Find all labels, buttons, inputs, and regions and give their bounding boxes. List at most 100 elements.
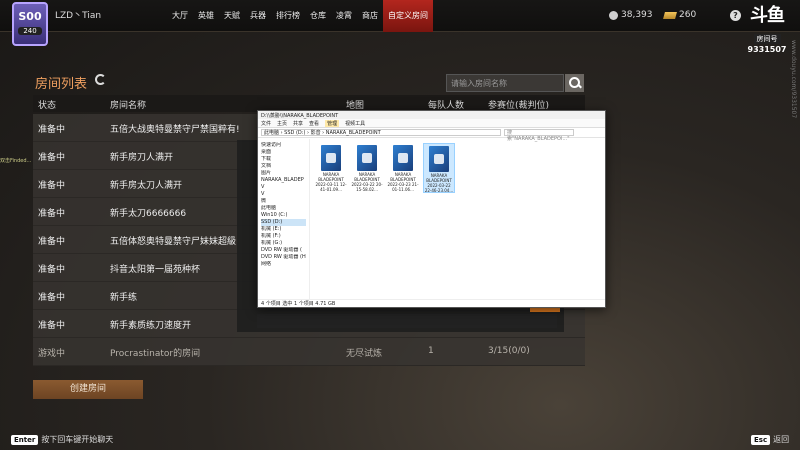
nav-pane-item[interactable]: NARAKA_BLADEP <box>261 177 306 184</box>
row-name: 五倍体怒奥特曼禁守尸妹妹超級 <box>110 237 237 247</box>
row-name: 抖音太阳第一届苑种杯 <box>110 265 201 275</box>
ribbon-tab-home[interactable]: 主页 <box>277 120 287 127</box>
nav-item-heroes[interactable]: 英雄 <box>193 0 219 32</box>
row-status: 准备中 <box>38 181 66 191</box>
row-name: 新手太刀6666666 <box>110 209 187 219</box>
row-status: 准备中 <box>38 237 66 247</box>
floating-tip: 双击Finded... <box>0 158 32 164</box>
nav-pane-item[interactable]: 机械 (E:) <box>261 226 306 233</box>
room-search-input[interactable] <box>446 74 564 92</box>
coin-balance: 38,393 <box>609 10 653 20</box>
nav-pane-item[interactable]: 桌面 <box>261 149 306 156</box>
nav-pane-item[interactable]: 图片 <box>261 170 306 177</box>
create-room-button[interactable]: 创建房间 <box>33 380 143 399</box>
row-status: 准备中 <box>38 125 66 135</box>
refresh-icon[interactable] <box>95 74 106 85</box>
ribbon-tab-manage[interactable]: 管理 <box>325 119 340 127</box>
video-file-tile[interactable]: NARAKA BLADEPOINT 2022-03-22 20-15-58.02… <box>351 143 383 193</box>
explorer-body: 快速访问 桌面 下载 文档 图片 NARAKA_BLADEP V V 微 此电脑… <box>258 139 605 299</box>
explorer-title: D:\\蒸胁\\NARAKA_BLADEPOINT <box>261 112 339 119</box>
nav-pane-item[interactable]: Win10 (C:) <box>261 212 306 219</box>
row-status: 准备中 <box>38 293 66 303</box>
video-file-tile[interactable]: NARAKA BLADEPOINT 2022-03-23 21-01-11.06… <box>387 143 419 193</box>
video-file-icon <box>429 146 449 172</box>
row-name: 新手房太刀人满开 <box>110 181 183 191</box>
header-name[interactable]: 房间名称 <box>110 98 146 111</box>
row-name: Procrastinator的房间 <box>110 349 201 359</box>
rank-badge[interactable]: S00 240 <box>12 2 48 46</box>
ribbon-tab-share[interactable]: 共享 <box>293 120 303 127</box>
douyu-logo: 斗鱼 <box>750 5 785 26</box>
row-seat: 3/15(0/0) <box>488 346 530 356</box>
douyu-room-label: 房间号 <box>753 34 781 44</box>
nav-item-lingxiao[interactable]: 凌霄 <box>331 0 357 32</box>
file-explorer-window: D:\\蒸胁\\NARAKA_BLADEPOINT 文件 主页 共享 查看 管理… <box>257 110 606 308</box>
explorer-titlebar[interactable]: D:\\蒸胁\\NARAKA_BLADEPOINT <box>258 111 605 119</box>
video-file-tile-selected[interactable]: NARAKA BLADEPOINT 2022-03-22 22-46-23.04… <box>423 143 455 193</box>
help-icon[interactable]: ? <box>730 10 741 21</box>
explorer-search-input[interactable]: 搜索"NARAKA_BLADEPOI..." <box>504 129 574 142</box>
douyu-watermark: 斗鱼 房间号 9331507 <box>745 5 789 55</box>
ribbon-tab-view[interactable]: 查看 <box>309 120 319 127</box>
nav-pane-item[interactable]: SSD (D:) <box>261 219 306 226</box>
nav-item-leaderboard[interactable]: 排行榜 <box>271 0 305 32</box>
video-file-icon <box>357 145 377 171</box>
file-name: NARAKA BLADEPOINT 2022-03-22 20-15-58.02… <box>351 172 383 192</box>
player-name: LZD丶Tian <box>55 11 102 21</box>
nav-pane-item[interactable]: 文档 <box>261 163 306 170</box>
background-app-toolbar <box>257 314 557 328</box>
nav-pane-item[interactable]: V <box>261 184 306 191</box>
explorer-path-input[interactable]: 此电脑 › SSD (D:) › 影音 › NARAKA_BLADEPOINT <box>261 129 501 136</box>
nav-pane-item[interactable]: 机械 (F:) <box>261 233 306 240</box>
row-name: 新手练 <box>110 293 138 303</box>
chat-hint: Enter 按下回车键开始聊天 <box>11 434 113 445</box>
file-name: NARAKA BLADEPOINT 2022-03-22 22-46-23.04… <box>424 173 454 193</box>
ribbon-tab-file[interactable]: 文件 <box>261 120 271 127</box>
nav-item-shop[interactable]: 商店 <box>357 0 383 32</box>
row-status: 准备中 <box>38 265 66 275</box>
video-file-icon <box>321 145 341 171</box>
file-name: NARAKA BLADEPOINT 2022-03-23 21-01-11.06… <box>387 172 419 192</box>
search-button[interactable] <box>565 74 584 92</box>
nav-pane-item[interactable]: V <box>261 191 306 198</box>
rank-badge-label: S00 <box>18 10 42 23</box>
nav-item-talents[interactable]: 天赋 <box>219 0 245 32</box>
row-name: 新手房刀人满开 <box>110 153 174 163</box>
nav-pane-item[interactable]: DVD RW 驱动器 (H <box>261 254 306 261</box>
row-map: 无尽试炼 <box>346 349 383 359</box>
nav-pane-item[interactable]: 此电脑 <box>261 205 306 212</box>
header-status[interactable]: 状态 <box>38 98 56 111</box>
explorer-address-bar: 此电脑 › SSD (D:) › 影音 › NARAKA_BLADEPOINT … <box>258 128 605 142</box>
nav-item-storage[interactable]: 仓库 <box>305 0 331 32</box>
coin-icon <box>609 10 618 20</box>
file-name: NARAKA BLADEPOINT 2022-03-11 12-41-01.09… <box>315 172 347 192</box>
row-name: 五倍大战奥特曼禁守尸禁国粹有! <box>110 125 240 135</box>
row-players: 1 <box>428 346 434 356</box>
gold-balance: 260 <box>663 10 697 20</box>
row-name: 新手素质练刀速度开 <box>110 321 192 331</box>
nav-item-weapons[interactable]: 兵器 <box>245 0 271 32</box>
top-bar: S00 240 LZD丶Tian 大厅 英雄 天赋 兵器 排行榜 仓库 凌霄 商… <box>0 0 800 46</box>
gold-ingot-icon <box>663 11 677 19</box>
nav-pane-item[interactable]: DVD RW 驱动器 ( <box>261 247 306 254</box>
row-status: 准备中 <box>38 153 66 163</box>
row-status: 游戏中 <box>38 349 66 359</box>
nav-pane-item[interactable]: 快速访问 <box>261 142 306 149</box>
nav-pane-item[interactable]: 网络 <box>261 261 306 268</box>
nav-item-lobby[interactable]: 大厅 <box>167 0 193 32</box>
back-hint[interactable]: Esc 返回 <box>751 434 789 445</box>
main-nav: 大厅 英雄 天赋 兵器 排行榜 仓库 凌霄 商店 自定义房间 <box>167 0 433 32</box>
rank-badge-sub: 240 <box>18 27 42 35</box>
nav-pane-item[interactable]: 下载 <box>261 156 306 163</box>
back-hint-text: 返回 <box>773 435 790 444</box>
nav-item-custom-room[interactable]: 自定义房间 <box>383 0 433 32</box>
esc-key-badge: Esc <box>751 434 771 445</box>
video-file-tile[interactable]: NARAKA BLADEPOINT 2022-03-11 12-41-01.09… <box>315 143 347 193</box>
nav-pane-item[interactable]: 微 <box>261 198 306 205</box>
ribbon-tab-video-tools: 视频工具 <box>345 120 366 127</box>
nav-pane-item[interactable]: 机械 (G:) <box>261 240 306 247</box>
enter-key-badge: Enter <box>11 434 39 445</box>
table-row[interactable]: 游戏中 Procrastinator的房间 无尽试炼 1 3/15(0/0) <box>33 338 585 366</box>
gold-amount: 260 <box>679 10 697 20</box>
side-watermark: www.douyu.com/9331507 <box>790 40 797 119</box>
